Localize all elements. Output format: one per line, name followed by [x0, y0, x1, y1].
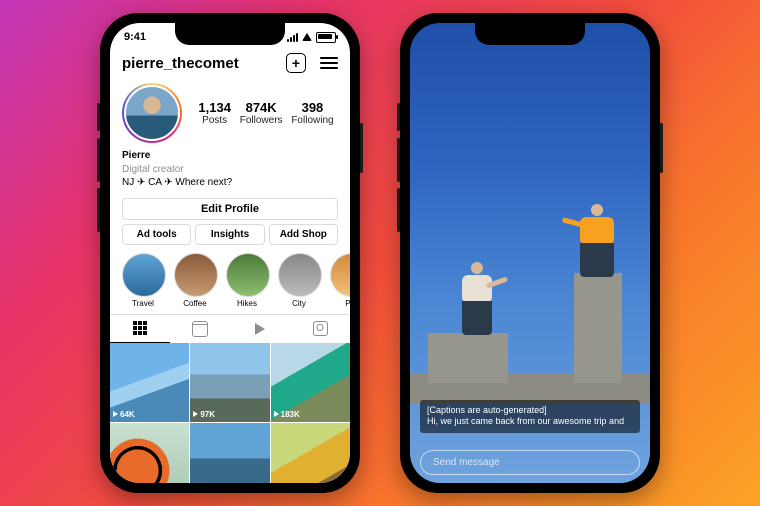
edit-profile-button[interactable]: Edit Profile	[122, 198, 338, 220]
reels-icon	[192, 321, 208, 337]
wifi-icon	[302, 33, 312, 41]
insights-button[interactable]: Insights	[195, 224, 264, 245]
bio-category: Digital creator	[122, 163, 338, 177]
gradient-background: 9:41 pierre_thecomet 1,	[0, 0, 760, 506]
create-icon[interactable]	[286, 53, 306, 73]
bio-line: NJ ✈ CA ✈ Where next?	[122, 176, 338, 190]
post-thumbnail[interactable]	[190, 423, 269, 483]
highlight-item[interactable]: Travel	[122, 253, 164, 308]
post-thumbnail[interactable]: 183K	[271, 343, 350, 422]
highlights-row[interactable]: TravelCoffeeHikesCity Pla	[110, 251, 350, 314]
tagged-icon	[313, 321, 328, 336]
message-input[interactable]: Send message	[420, 450, 640, 475]
highlight-item[interactable]: Coffee	[174, 253, 216, 308]
bio: Pierre Digital creator NJ ✈ CA ✈ Where n…	[110, 147, 350, 196]
highlight-item[interactable]: Pla	[330, 253, 350, 308]
username[interactable]: pierre_thecomet	[122, 55, 239, 72]
person-right	[580, 204, 614, 277]
ad-tools-button[interactable]: Ad tools	[122, 224, 191, 245]
auto-caption: [Captions are auto-generated] Hi, we jus…	[420, 400, 640, 433]
profile-header: pierre_thecomet	[110, 51, 350, 79]
stat-followers[interactable]: 874KFollowers	[240, 100, 283, 126]
phone-mock-profile: 9:41 pierre_thecomet 1,	[100, 13, 360, 493]
stat-following[interactable]: 398Following	[291, 100, 333, 126]
notch	[475, 23, 585, 45]
post-thumbnail[interactable]	[271, 423, 350, 483]
menu-icon[interactable]	[320, 57, 338, 69]
highlight-item[interactable]: City	[278, 253, 320, 308]
post-thumbnail[interactable]	[110, 423, 189, 483]
content-tabs	[110, 314, 350, 343]
avatar	[124, 85, 180, 141]
post-thumbnail[interactable]: 64K	[110, 343, 189, 422]
notch	[175, 23, 285, 45]
stat-posts[interactable]: 1,134Posts	[198, 100, 231, 126]
battery-icon	[316, 32, 336, 43]
tab-video[interactable]	[230, 315, 290, 343]
signal-icon	[287, 33, 298, 42]
phone-mock-story: 9:41	[400, 13, 660, 493]
posts-grid: 64K97K183K	[110, 343, 350, 484]
person-left	[462, 262, 492, 335]
highlight-item[interactable]: Hikes	[226, 253, 268, 308]
status-time: 9:41	[124, 31, 146, 43]
avatar-story-ring[interactable]	[122, 83, 182, 143]
post-thumbnail[interactable]: 97K	[190, 343, 269, 422]
tab-grid[interactable]	[110, 315, 170, 343]
add-shop-button[interactable]: Add Shop	[269, 224, 338, 245]
bio-name: Pierre	[122, 149, 338, 163]
grid-icon	[133, 321, 147, 335]
play-icon	[255, 323, 265, 335]
tab-reels[interactable]	[170, 315, 230, 343]
tab-tagged[interactable]	[290, 315, 350, 343]
